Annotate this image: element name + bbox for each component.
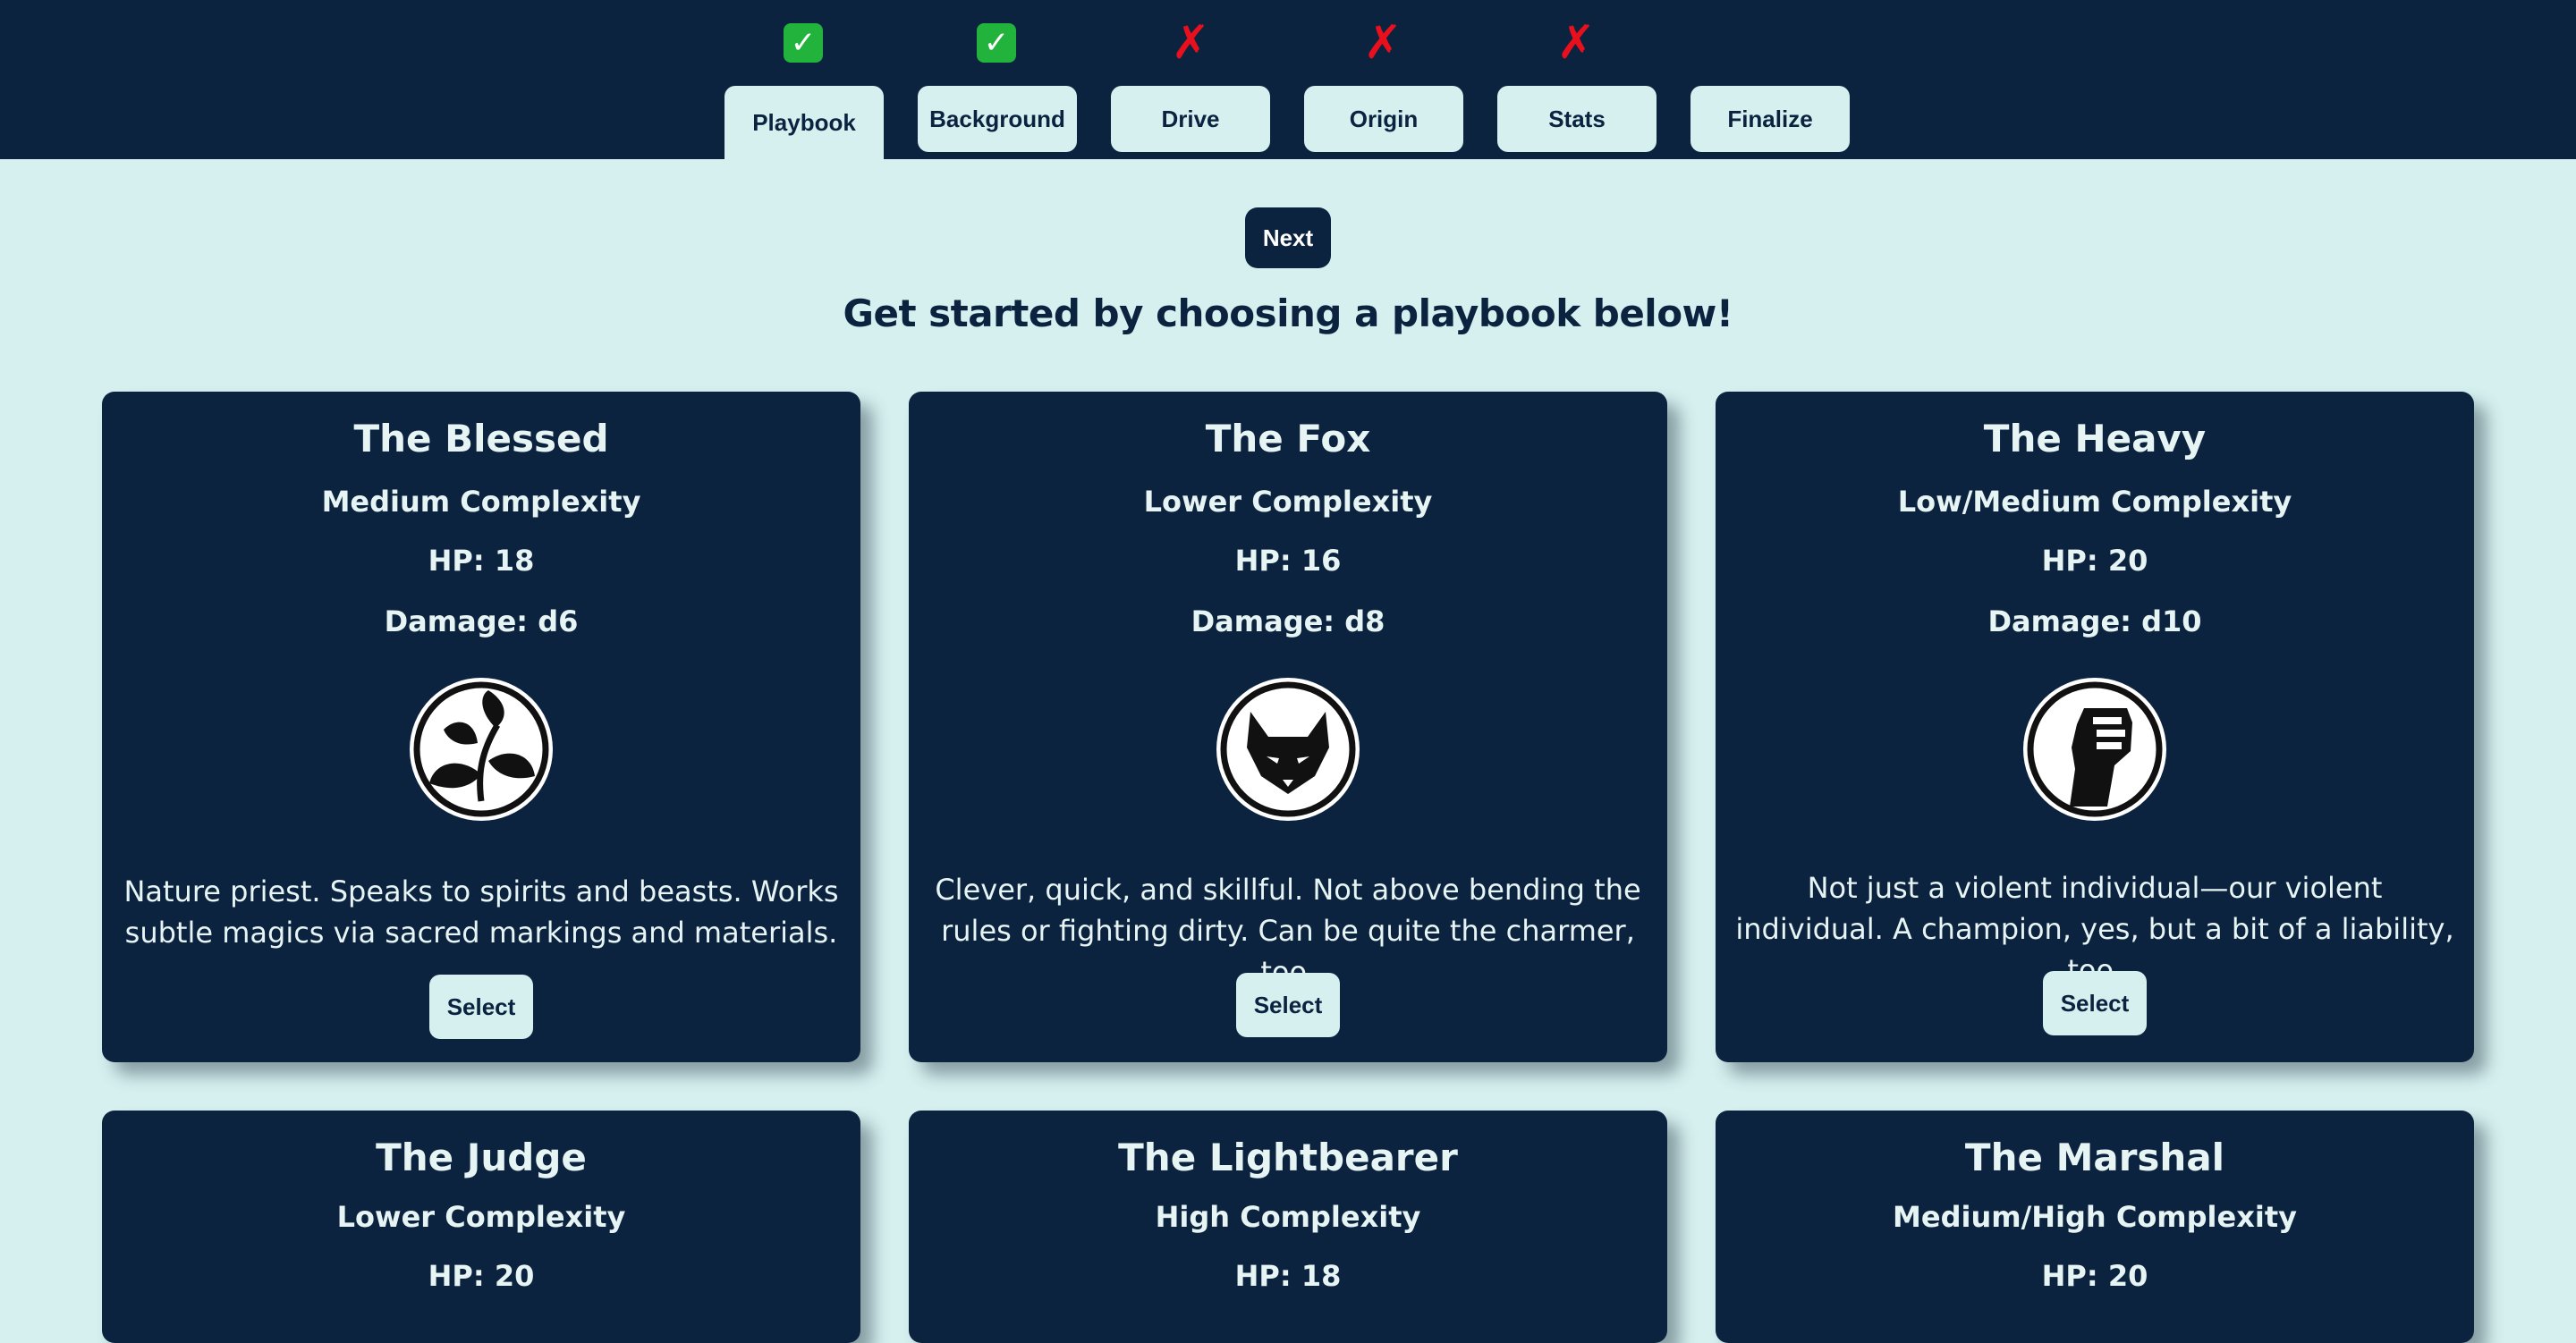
cross-mark-icon: ✗	[1363, 16, 1402, 70]
next-button[interactable]: Next	[1245, 207, 1331, 268]
tab-finalize[interactable]: Finalize	[1690, 86, 1850, 152]
tab-background[interactable]: Background	[918, 86, 1077, 152]
playbook-name: The Heavy	[1983, 417, 2207, 460]
sprout-leaves-icon	[410, 678, 553, 821]
tab-stats[interactable]: Stats	[1497, 86, 1657, 152]
playbook-name: The Blessed	[353, 417, 609, 460]
cross-mark-icon: ✗	[1556, 16, 1596, 70]
playbook-card-lightbearer: The Lightbearer High Complexity HP: 18	[909, 1111, 1667, 1343]
select-button[interactable]: Select	[429, 975, 533, 1039]
playbook-card-judge: The Judge Lower Complexity HP: 20	[102, 1111, 860, 1343]
playbook-complexity: High Complexity	[1155, 1200, 1421, 1234]
playbook-name: The Lightbearer	[1118, 1136, 1458, 1179]
select-button[interactable]: Select	[1236, 973, 1340, 1037]
playbook-hp: HP: 16	[1234, 544, 1342, 578]
check-mark-icon: ✓	[977, 23, 1016, 63]
playbook-description: Nature priest. Speaks to spirits and bea…	[123, 874, 839, 950]
playbook-complexity: Low/Medium Complexity	[1897, 485, 2292, 519]
playbook-hp: HP: 18	[428, 544, 535, 578]
playbook-complexity: Medium Complexity	[321, 485, 641, 519]
playbook-name: The Fox	[1205, 417, 1371, 460]
playbook-card-fox: The Fox Lower Complexity HP: 16 Damage: …	[909, 392, 1667, 1062]
playbook-card-marshal: The Marshal Medium/High Complexity HP: 2…	[1716, 1111, 2474, 1343]
playbook-complexity: Lower Complexity	[1143, 485, 1433, 519]
tab-origin[interactable]: Origin	[1304, 86, 1463, 152]
playbook-damage: Damage: d8	[1191, 604, 1385, 638]
playbook-damage: Damage: d6	[384, 604, 579, 638]
check-mark-icon: ✓	[784, 23, 823, 63]
tab-drive[interactable]: Drive	[1111, 86, 1270, 152]
playbook-hp: HP: 20	[2041, 544, 2148, 578]
playbook-card-heavy: The Heavy Low/Medium Complexity HP: 20 D…	[1716, 392, 2474, 1062]
playbook-hp: HP: 18	[1234, 1259, 1342, 1293]
playbook-damage: Damage: d10	[1987, 604, 2202, 638]
tab-playbook[interactable]: Playbook	[724, 86, 884, 159]
playbook-complexity: Medium/High Complexity	[1893, 1200, 2297, 1234]
step-navigation-bar: ✓ ✓ ✗ ✗ ✗ Playbook Background Drive Orig…	[0, 0, 2576, 159]
page-heading: Get started by choosing a playbook below…	[843, 291, 1733, 335]
raised-fist-icon	[2023, 678, 2166, 821]
select-button[interactable]: Select	[2043, 971, 2147, 1035]
fox-head-icon	[1216, 678, 1360, 821]
playbook-complexity: Lower Complexity	[336, 1200, 626, 1234]
playbook-hp: HP: 20	[428, 1259, 535, 1293]
playbook-hp: HP: 20	[2041, 1259, 2148, 1293]
playbook-name: The Judge	[376, 1136, 587, 1179]
playbook-card-blessed: The Blessed Medium Complexity HP: 18 Dam…	[102, 392, 860, 1062]
cross-mark-icon: ✗	[1171, 16, 1210, 70]
playbook-name: The Marshal	[1964, 1136, 2225, 1179]
